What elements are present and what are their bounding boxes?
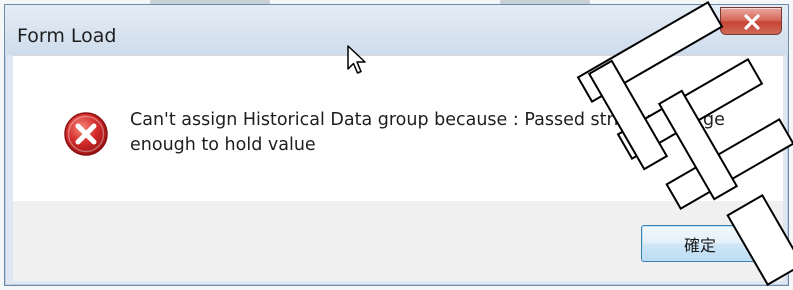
dialog-title: Form Load [17,25,117,47]
error-icon [64,112,108,156]
mouse-cursor-icon [347,45,366,74]
watermark-stamp [576,1,793,287]
